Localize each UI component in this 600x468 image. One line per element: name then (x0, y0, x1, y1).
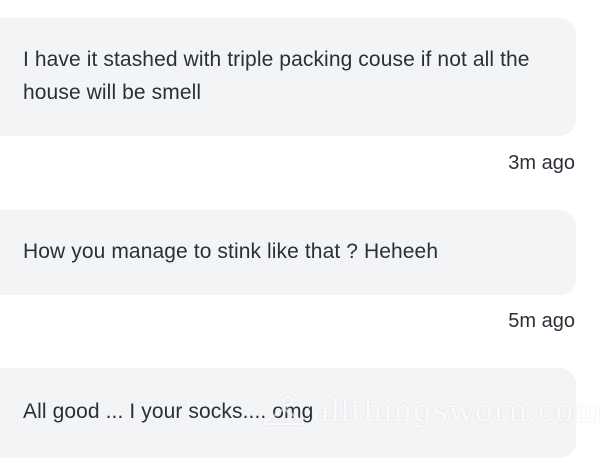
message-timestamp: 5m ago (508, 310, 575, 332)
message-text: I have it stashed with triple packing co… (23, 48, 530, 104)
message-thread: I have it stashed with triple packing co… (0, 0, 600, 468)
message-text: How you manage to stink like that ? Hehe… (23, 240, 439, 263)
message-bubble: How you manage to stink like that ? Hehe… (0, 210, 576, 295)
message-bubble: I have it stashed with triple packing co… (0, 18, 576, 136)
message-text: All good ... I your socks.... omg (23, 400, 314, 423)
message-bubble: All good ... I your socks.... omg (0, 368, 576, 458)
message-timestamp: 3m ago (508, 152, 575, 174)
